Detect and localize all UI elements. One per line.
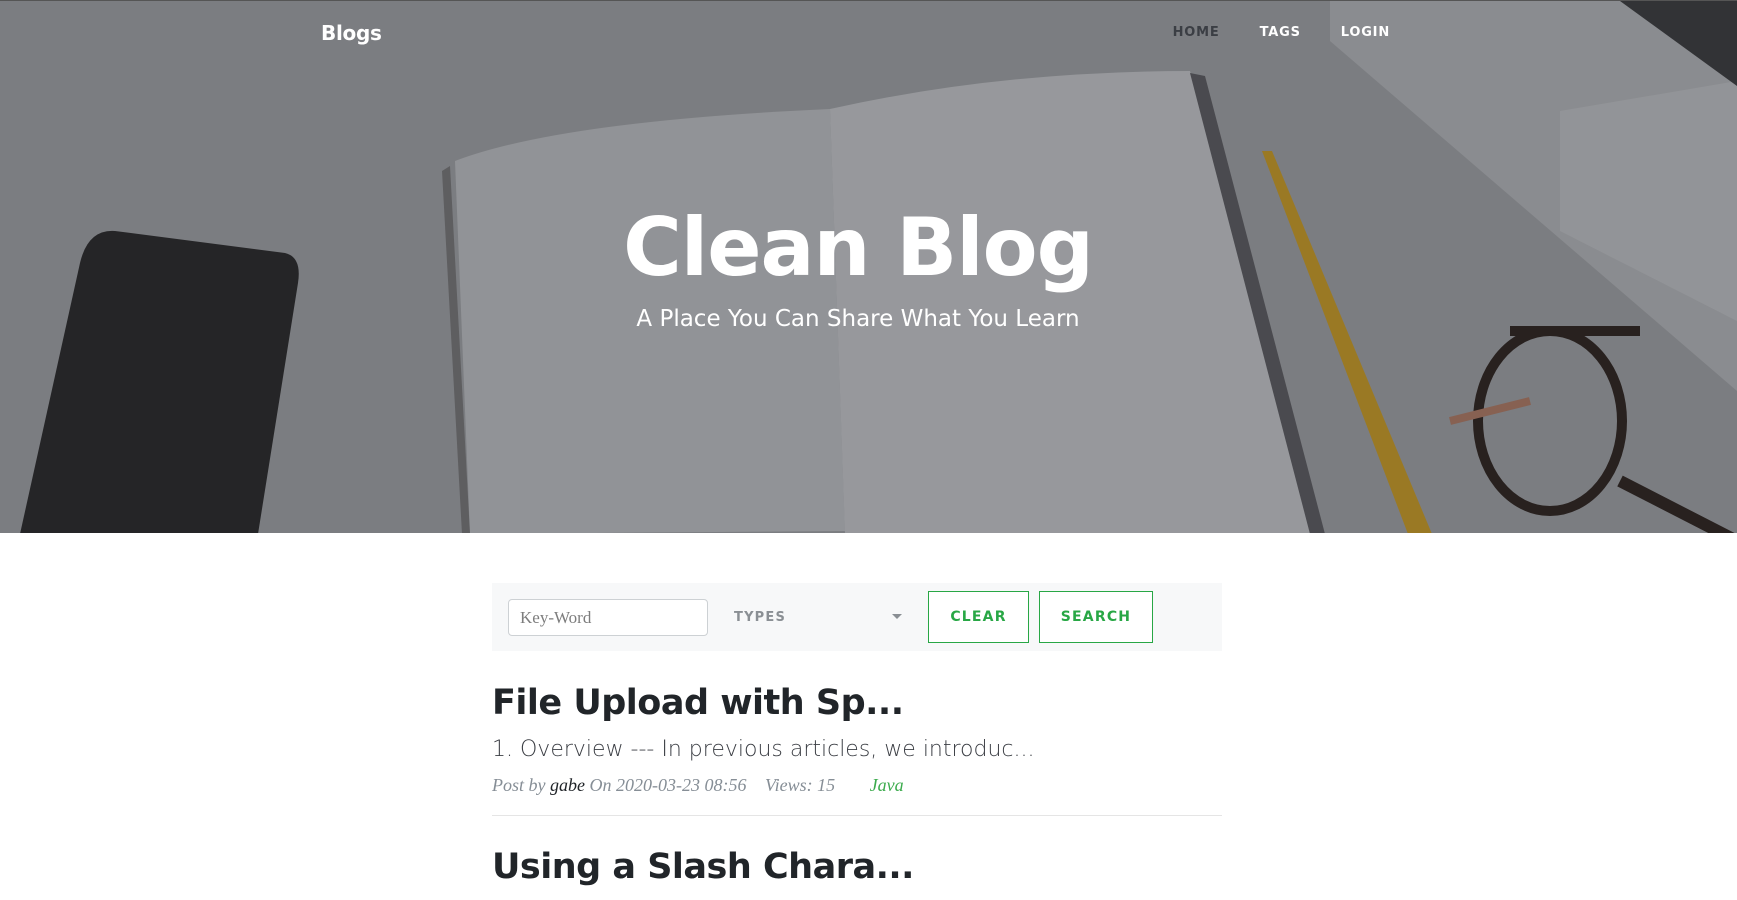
types-select-label: TYPES bbox=[734, 610, 787, 625]
search-button[interactable]: SEARCH bbox=[1039, 591, 1153, 643]
post-excerpt[interactable]: 1. Overview --- In previous articles, we… bbox=[492, 735, 1222, 765]
hero-subtitle: A Place You Can Share What You Learn bbox=[636, 306, 1080, 332]
clear-button[interactable]: CLEAR bbox=[928, 591, 1029, 643]
post-date: On 2020-03-23 08:56 bbox=[589, 775, 747, 795]
search-bar: TYPES CLEAR SEARCH bbox=[492, 583, 1222, 651]
top-navbar: Blogs HOME TAGS LOGIN bbox=[0, 1, 1737, 69]
types-select[interactable]: TYPES bbox=[734, 599, 904, 636]
nav-login-link[interactable]: LOGIN bbox=[1341, 25, 1390, 40]
hero-title: Clean Blog bbox=[623, 201, 1094, 294]
post-meta-prefix: Post by bbox=[492, 775, 546, 795]
post-preview: File Upload with Sp... 1. Overview --- I… bbox=[492, 681, 1222, 796]
post-author: gabe bbox=[550, 775, 585, 795]
chevron-down-icon bbox=[892, 614, 902, 619]
post-divider bbox=[492, 815, 1222, 816]
keyword-input[interactable] bbox=[508, 599, 708, 636]
nav-links: HOME TAGS LOGIN bbox=[1173, 25, 1390, 40]
brand-logo[interactable]: Blogs bbox=[321, 21, 382, 45]
post-views: Views: 15 bbox=[764, 775, 836, 795]
post-title[interactable]: File Upload with Sp... bbox=[492, 681, 1222, 725]
post-tag[interactable]: Java bbox=[870, 775, 904, 795]
nav-tags-link[interactable]: TAGS bbox=[1260, 25, 1301, 40]
post-meta: Post by gabe On 2020-03-23 08:56 Views: … bbox=[492, 775, 1222, 796]
nav-home-link[interactable]: HOME bbox=[1173, 25, 1220, 40]
post-preview: Using a Slash Chara... bbox=[492, 845, 1222, 889]
hero-banner: Blogs HOME TAGS LOGIN Clean Blog A Place… bbox=[0, 0, 1737, 533]
post-title[interactable]: Using a Slash Chara... bbox=[492, 845, 1222, 889]
